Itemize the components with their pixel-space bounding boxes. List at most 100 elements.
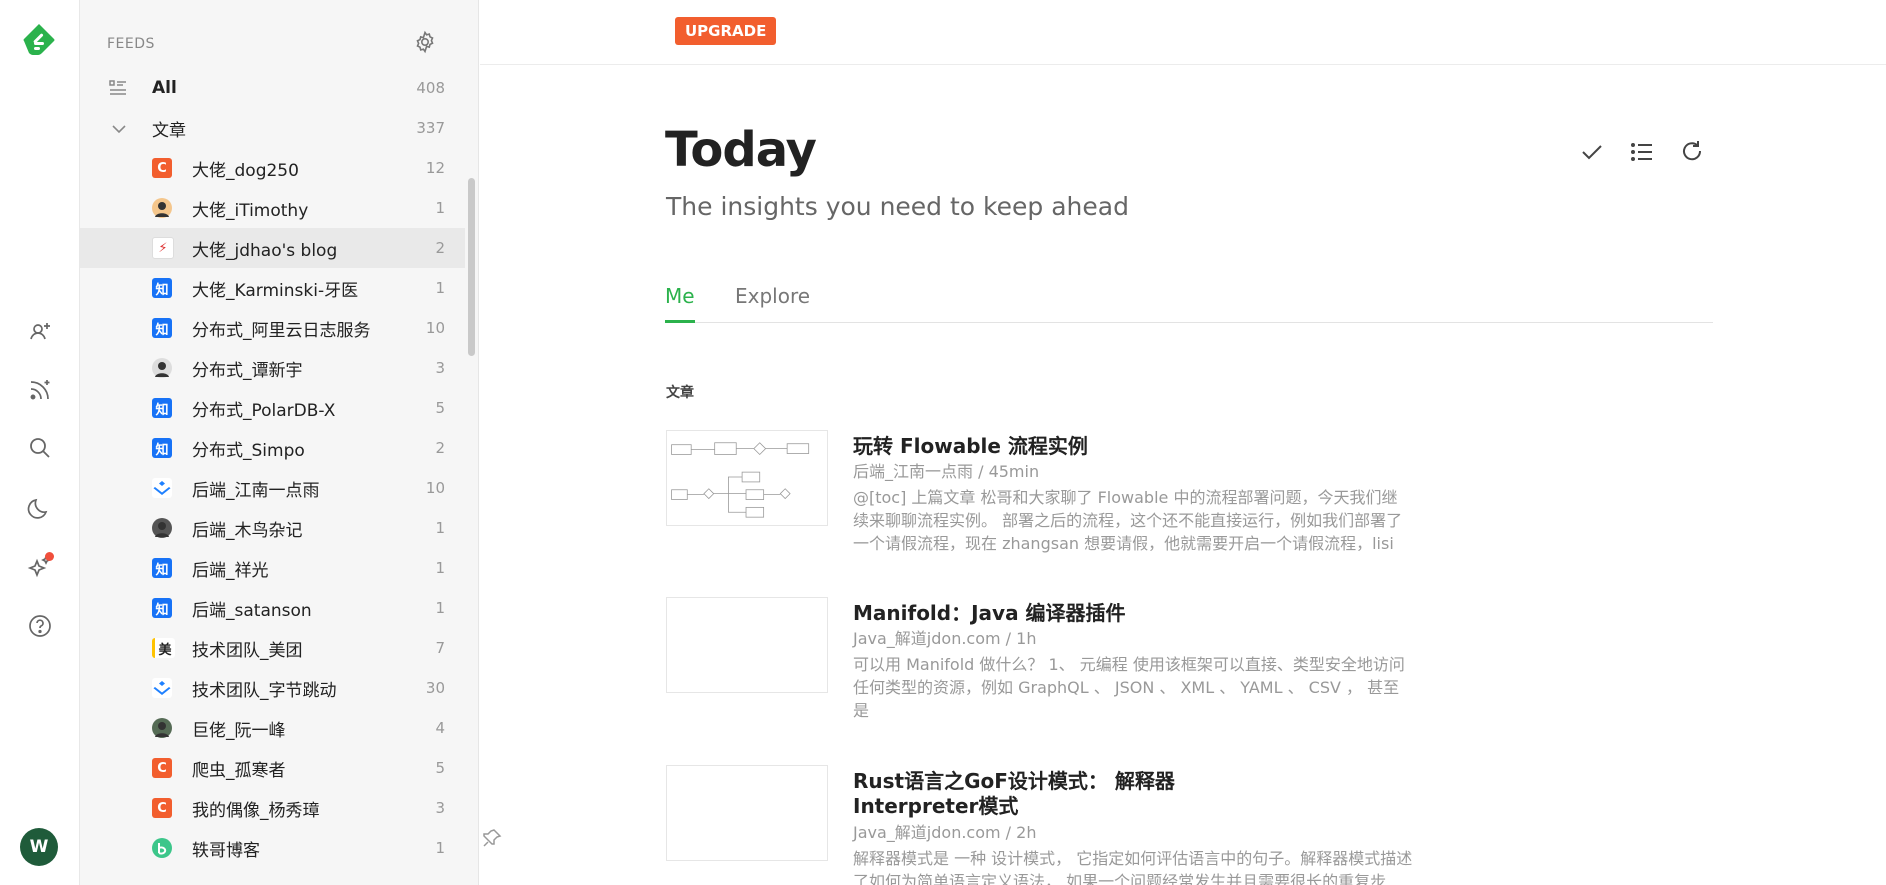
article-thumbnail — [666, 765, 828, 861]
gear-icon[interactable] — [413, 30, 437, 54]
article-meta: Java_解道jdon.com / 2h — [853, 823, 1037, 842]
tab-explore[interactable]: Explore — [735, 284, 810, 320]
article-title[interactable]: 玩转 Flowable 流程实例 — [853, 430, 1088, 459]
top-bar: UPGRADE — [480, 0, 1886, 65]
feed-item-count: 1 — [435, 519, 445, 537]
feed-item[interactable]: 分布式_谭新宇 3 — [80, 348, 465, 388]
article-card[interactable]: Manifold：Java 编译器插件 Java_解道jdon.com / 1h… — [666, 597, 1466, 727]
article-summary: 可以用 Manifold 做什么？ 1、 元编程 使用该框架可以直接、类型安全地… — [853, 655, 1405, 720]
article-title[interactable]: Manifold：Java 编译器插件 — [853, 597, 1126, 626]
mark-as-read-icon[interactable] — [1578, 138, 1606, 170]
juejin-icon — [152, 478, 172, 498]
category-count: 337 — [416, 119, 445, 137]
page-subtitle: The insights you need to keep ahead — [666, 192, 1129, 221]
main-content: UPGRADE Today The insights you need to k… — [480, 0, 1886, 885]
feed-item[interactable]: 知后端_祥光 1 — [80, 548, 465, 588]
feedly-logo-icon[interactable] — [21, 22, 57, 58]
dark-mode-moon-icon[interactable] — [24, 492, 56, 524]
feed-item[interactable]: 大佬_iTimothy 1 — [80, 188, 465, 228]
list-view-icon[interactable] — [1628, 138, 1656, 170]
person-avatar-icon — [152, 518, 172, 538]
category-label: 文章 — [152, 120, 186, 141]
feed-item[interactable]: 知大佬_Karminski-牙医 1 — [80, 268, 465, 308]
feed-item[interactable]: 轶哥博客 1 — [80, 828, 465, 868]
feed-item-label: 大佬_jdhao's blog — [192, 240, 338, 261]
feed-item-count: 3 — [435, 359, 445, 377]
feed-item-count: 1 — [435, 839, 445, 857]
feed-item-count: 5 — [435, 759, 445, 777]
feed-item-count: 7 — [435, 639, 445, 657]
list-icon — [108, 78, 128, 103]
csdn-icon: C — [152, 758, 172, 778]
article-thumbnail — [666, 597, 828, 693]
feed-item[interactable]: 巨佬_阮一峰 4 — [80, 708, 465, 748]
feed-item[interactable]: C 大佬_dog250 12 — [80, 148, 465, 188]
tab-me[interactable]: Me — [665, 284, 695, 323]
feed-item[interactable]: 知分布式_阿里云日志服务 10 — [80, 308, 465, 348]
feed-item[interactable]: 后端_江南一点雨 10 — [80, 468, 465, 508]
feed-item-label: 大佬_dog250 — [192, 160, 299, 181]
section-label: 文章 — [666, 385, 694, 401]
feed-item-label: 分布式_PolarDB-X — [192, 400, 336, 421]
feed-all-label: All — [152, 78, 177, 98]
juejin-icon — [152, 678, 172, 698]
feed-item[interactable]: 知分布式_PolarDB-X 5 — [80, 388, 465, 428]
add-source-icon[interactable] — [24, 316, 56, 348]
article-title-line-2[interactable]: Interpreter模式 — [853, 790, 1018, 819]
feed-item-label: 后端_江南一点雨 — [192, 480, 320, 501]
feed-item-count: 10 — [425, 319, 445, 337]
feed-item[interactable]: ⚡ 大佬_jdhao's blog 2 — [80, 228, 465, 268]
user-avatar[interactable]: W — [20, 828, 58, 866]
feed-item[interactable]: 知后端_satanson 1 — [80, 588, 465, 628]
feed-item-count: 30 — [425, 679, 445, 697]
zhihu-icon: 知 — [152, 398, 172, 418]
feeds-header: FEEDS — [107, 36, 155, 52]
refresh-icon[interactable] — [1678, 138, 1706, 170]
feed-all[interactable]: All 408 — [80, 68, 465, 108]
search-icon[interactable] — [24, 432, 56, 464]
article-card[interactable]: Rust语言之GoF设计模式： 解释器 Interpreter模式 Java_解… — [666, 765, 1466, 885]
tab-bar: Me Explore — [665, 282, 1713, 323]
feed-item-count: 5 — [435, 399, 445, 417]
article-meta: 后端_江南一点雨 / 45min — [853, 462, 1040, 481]
feed-item[interactable]: 美技术团队_美团 7 — [80, 628, 465, 668]
feed-item-label: 后端_木鸟杂记 — [192, 520, 303, 541]
feed-item[interactable]: C 我的偶像_杨秀璋 3 — [80, 788, 465, 828]
feed-item-label: 后端_satanson — [192, 600, 312, 621]
category-articles[interactable]: 文章 337 — [80, 108, 465, 148]
feed-item-count: 1 — [435, 559, 445, 577]
feed-item-count: 3 — [435, 799, 445, 817]
csdn-icon: C — [152, 158, 172, 178]
feed-item-label: 技术团队_美团 — [192, 640, 303, 661]
feed-item-label: 技术团队_字节跳动 — [192, 680, 337, 701]
zhihu-icon: 知 — [152, 438, 172, 458]
sidebar-scrollbar[interactable] — [468, 178, 475, 356]
zhihu-icon: 知 — [152, 278, 172, 298]
feed-item[interactable]: 后端_木鸟杂记 1 — [80, 508, 465, 548]
feed-item[interactable]: 技术团队_字节跳动 30 — [80, 668, 465, 708]
feed-item-label: 分布式_Simpo — [192, 440, 305, 461]
chevron-down-icon[interactable] — [110, 120, 128, 143]
page-title: Today — [665, 122, 817, 178]
zhihu-icon: 知 — [152, 558, 172, 578]
rss-feed-icon[interactable] — [24, 374, 56, 406]
feed-item-count: 4 — [435, 719, 445, 737]
feed-item-count: 10 — [425, 479, 445, 497]
person-avatar-icon — [152, 358, 172, 378]
upgrade-button[interactable]: UPGRADE — [675, 17, 777, 45]
meituan-icon: 美 — [152, 638, 175, 658]
ai-sparkle-icon[interactable] — [24, 550, 56, 582]
article-summary: @[toc] 上篇文章 松哥和大家聊了 Flowable 中的流程部署问题，今天… — [853, 488, 1403, 553]
article-card[interactable]: 玩转 Flowable 流程实例 后端_江南一点雨 / 45min @[toc]… — [666, 430, 1466, 560]
feed-item[interactable]: 知分布式_Simpo 2 — [80, 428, 465, 468]
article-thumbnail — [666, 430, 828, 526]
article-meta: Java_解道jdon.com / 1h — [853, 629, 1037, 648]
feed-item-label: 分布式_阿里云日志服务 — [192, 320, 371, 341]
feed-item-count: 1 — [435, 599, 445, 617]
feed-item-label: 后端_祥光 — [192, 560, 269, 581]
feeds-sidebar: FEEDS All 408 文章 337 C 大佬_dog250 12 大佬_iTim… — [80, 0, 479, 885]
feed-item-label: 我的偶像_杨秀璋 — [192, 800, 320, 821]
feed-item[interactable]: C 爬虫_孤寒者 5 — [80, 748, 465, 788]
help-icon[interactable] — [24, 610, 56, 642]
feed-item-label: 分布式_谭新宇 — [192, 360, 303, 381]
